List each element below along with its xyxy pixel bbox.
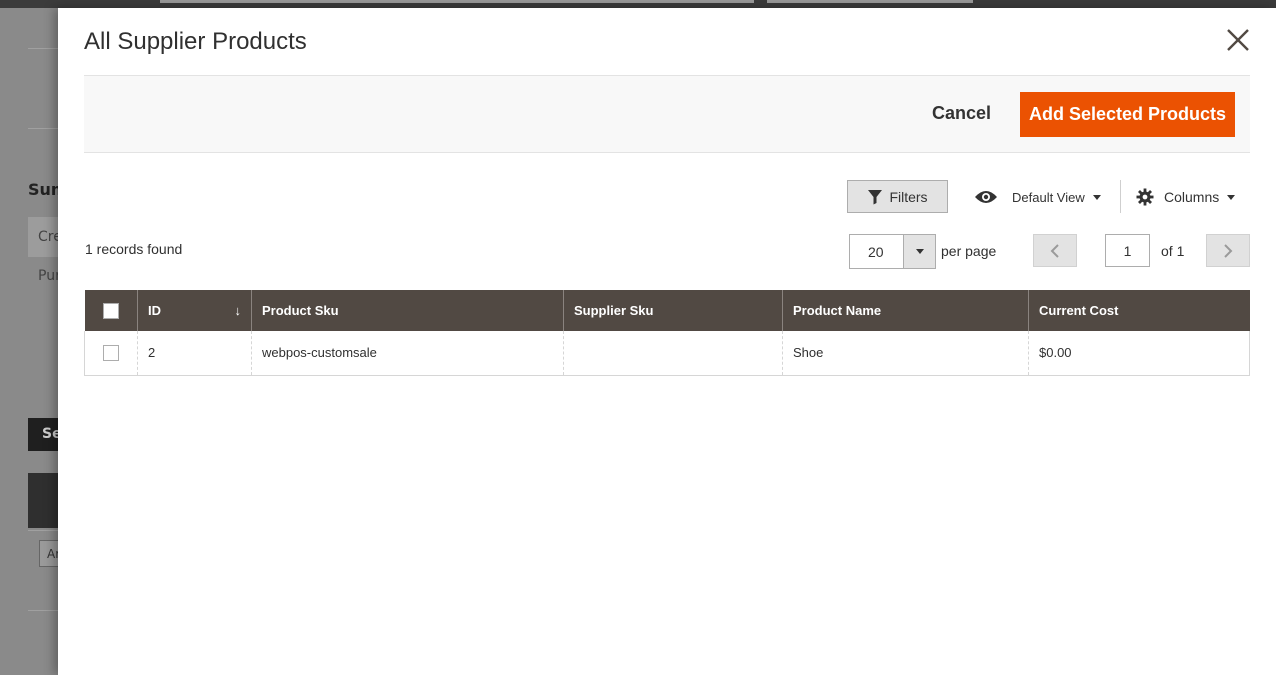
column-header-label: ID xyxy=(148,303,161,318)
column-header-supplier-sku[interactable]: Supplier Sku xyxy=(563,290,783,331)
cell-id: 2 xyxy=(137,331,252,376)
per-page-select[interactable]: 20 xyxy=(849,234,936,269)
chevron-left-icon xyxy=(1050,243,1059,258)
grid-header-row: ID ↓ Product Sku Supplier Sku Product Na… xyxy=(84,290,1250,331)
per-page-label: per page xyxy=(941,243,997,259)
close-button[interactable] xyxy=(1224,26,1252,54)
previous-page-button[interactable] xyxy=(1033,234,1077,267)
caret-down-icon xyxy=(915,249,924,254)
select-all-header xyxy=(84,290,138,331)
per-page-dropdown-button[interactable] xyxy=(903,235,935,268)
caret-down-icon xyxy=(1227,194,1236,200)
column-header-product-sku[interactable]: Product Sku xyxy=(251,290,564,331)
row-checkbox[interactable] xyxy=(103,345,119,362)
cancel-button[interactable]: Cancel xyxy=(932,103,991,124)
default-view-label: Default View xyxy=(1012,189,1085,205)
per-page-value: 20 xyxy=(868,244,884,260)
toolbar-divider xyxy=(1120,180,1121,213)
total-pages-label: of 1 xyxy=(1161,243,1185,259)
table-row[interactable]: 2 webpos-customsale Shoe $0.00 xyxy=(84,331,1250,376)
column-header-id[interactable]: ID ↓ xyxy=(137,290,252,331)
current-page-input[interactable] xyxy=(1105,234,1150,267)
caret-down-icon xyxy=(1092,194,1101,200)
filters-button[interactable]: Filters xyxy=(847,180,948,213)
columns-dropdown[interactable]: Columns xyxy=(1136,186,1236,208)
modal-actions-bar: Cancel Add Selected Products xyxy=(84,75,1250,153)
records-found: 1 records found xyxy=(85,241,183,257)
products-grid: ID ↓ Product Sku Supplier Sku Product Na… xyxy=(84,290,1250,376)
cell-supplier-sku xyxy=(563,331,783,376)
cell-product-sku: webpos-customsale xyxy=(251,331,564,376)
columns-label: Columns xyxy=(1164,189,1220,205)
filters-label: Filters xyxy=(889,188,928,205)
next-page-button[interactable] xyxy=(1206,234,1250,267)
modal-title: All Supplier Products xyxy=(84,28,307,55)
row-select-cell xyxy=(84,331,138,376)
gear-icon xyxy=(1136,188,1154,206)
column-header-current-cost[interactable]: Current Cost xyxy=(1028,290,1250,331)
default-view-dropdown[interactable]: Default View xyxy=(974,186,1101,208)
eye-icon xyxy=(975,191,997,203)
cell-current-cost: $0.00 xyxy=(1028,331,1250,376)
background-top-segment xyxy=(767,0,973,3)
select-all-checkbox[interactable] xyxy=(102,302,119,319)
chevron-right-icon xyxy=(1224,243,1233,258)
sort-arrow-icon: ↓ xyxy=(234,303,242,318)
background-top-bar xyxy=(0,0,1276,8)
background-top-segment xyxy=(160,0,754,3)
close-icon xyxy=(1227,29,1249,51)
funnel-icon xyxy=(868,189,883,204)
column-header-product-name[interactable]: Product Name xyxy=(782,290,1029,331)
cell-product-name: Shoe xyxy=(782,331,1029,376)
supplier-products-modal: All Supplier Products Cancel Add Selecte… xyxy=(58,8,1276,675)
add-selected-products-button[interactable]: Add Selected Products xyxy=(1020,92,1235,137)
